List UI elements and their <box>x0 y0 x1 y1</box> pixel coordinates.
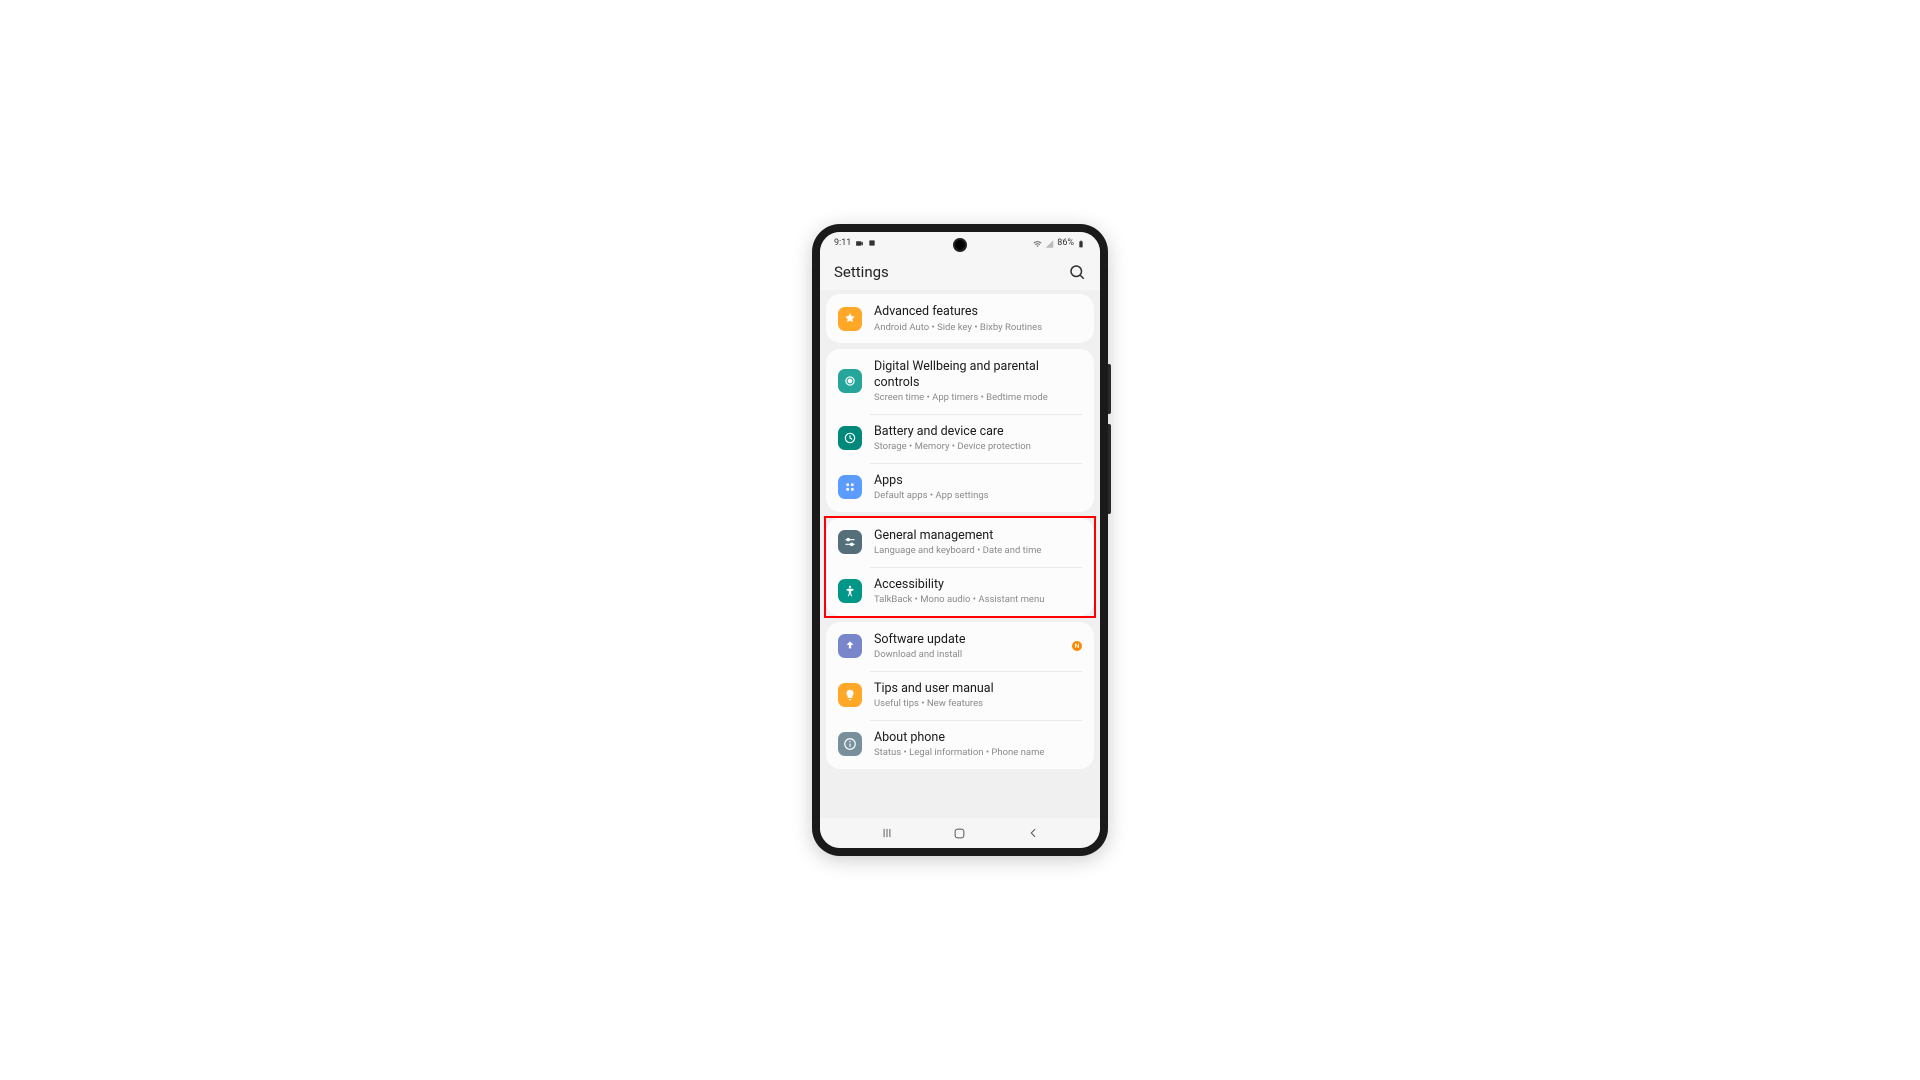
settings-item-digital-wellbeing[interactable]: Digital Wellbeing and parental controls … <box>826 349 1094 414</box>
settings-item-general-management[interactable]: General management Language and keyboard… <box>826 518 1094 567</box>
search-icon[interactable] <box>1068 263 1086 281</box>
settings-group: Digital Wellbeing and parental controls … <box>826 349 1094 512</box>
settings-item-subtitle: Storage • Memory • Device protection <box>874 441 1082 452</box>
settings-group: Software update Download and install N T… <box>826 622 1094 769</box>
settings-item-text: About phone Status • Legal information •… <box>874 730 1082 759</box>
settings-item-title: Digital Wellbeing and parental controls <box>874 359 1082 390</box>
gear-star-icon <box>838 307 862 331</box>
page-title: Settings <box>834 263 889 281</box>
nav-back[interactable] <box>1013 823 1053 843</box>
settings-item-text: Apps Default apps • App settings <box>874 473 1082 502</box>
settings-item-text: Battery and device care Storage • Memory… <box>874 424 1082 453</box>
settings-item-text: Software update Download and install <box>874 632 1072 661</box>
settings-item-title: Advanced features <box>874 304 1082 320</box>
update-arrow-icon <box>838 634 862 658</box>
settings-item-subtitle: Language and keyboard • Date and time <box>874 545 1082 556</box>
settings-item-text: Accessibility TalkBack • Mono audio • As… <box>874 577 1082 606</box>
settings-item-title: Tips and user manual <box>874 681 1082 697</box>
settings-item-apps[interactable]: Apps Default apps • App settings <box>826 463 1094 512</box>
wellbeing-icon <box>838 369 862 393</box>
highlighted-group: General management Language and keyboard… <box>826 518 1094 616</box>
device-care-icon <box>838 426 862 450</box>
settings-item-subtitle: Status • Legal information • Phone name <box>874 747 1082 758</box>
navigation-bar <box>820 818 1100 848</box>
settings-item-subtitle: TalkBack • Mono audio • Assistant menu <box>874 594 1082 605</box>
nav-recents[interactable] <box>867 823 907 843</box>
card-icon <box>868 239 877 248</box>
settings-item-accessibility[interactable]: Accessibility TalkBack • Mono audio • As… <box>826 567 1094 616</box>
settings-item-title: About phone <box>874 730 1082 746</box>
settings-item-title: Accessibility <box>874 577 1082 593</box>
settings-item-tips-manual[interactable]: Tips and user manual Useful tips • New f… <box>826 671 1094 720</box>
settings-item-subtitle: Default apps • App settings <box>874 490 1082 501</box>
front-camera <box>953 238 967 252</box>
settings-item-text: General management Language and keyboard… <box>874 528 1082 557</box>
settings-item-title: Software update <box>874 632 1072 648</box>
settings-item-title: Apps <box>874 473 1082 489</box>
settings-item-subtitle: Android Auto • Side key • Bixby Routines <box>874 322 1082 333</box>
settings-item-text: Tips and user manual Useful tips • New f… <box>874 681 1082 710</box>
accessibility-icon <box>838 579 862 603</box>
settings-group: General management Language and keyboard… <box>826 518 1094 616</box>
status-time: 9:11 <box>834 238 851 248</box>
settings-item-subtitle: Download and install <box>874 649 1072 660</box>
settings-item-software-update[interactable]: Software update Download and install N <box>826 622 1094 671</box>
settings-item-about-phone[interactable]: About phone Status • Legal information •… <box>826 720 1094 769</box>
wifi-icon <box>1033 239 1042 248</box>
status-battery-text: 86% <box>1057 238 1074 248</box>
settings-item-title: Battery and device care <box>874 424 1082 440</box>
settings-list[interactable]: Advanced features Android Auto • Side ke… <box>820 290 1100 818</box>
settings-item-text: Advanced features Android Auto • Side ke… <box>874 304 1082 333</box>
video-icon <box>855 239 864 248</box>
settings-group: Advanced features Android Auto • Side ke… <box>826 294 1094 343</box>
sliders-icon <box>838 530 862 554</box>
settings-item-subtitle: Useful tips • New features <box>874 698 1082 709</box>
phone-frame: 9:11 86% <box>812 224 1108 856</box>
settings-item-battery-care[interactable]: Battery and device care Storage • Memory… <box>826 414 1094 463</box>
status-left: 9:11 <box>834 238 877 248</box>
signal-icon <box>1045 239 1054 248</box>
phone-screen: 9:11 86% <box>820 232 1100 848</box>
settings-item-title: General management <box>874 528 1082 544</box>
info-icon <box>838 732 862 756</box>
nav-home[interactable] <box>940 823 980 843</box>
apps-grid-icon <box>838 475 862 499</box>
phone-side-button-2 <box>1108 424 1111 514</box>
lightbulb-icon <box>838 683 862 707</box>
phone-side-button-1 <box>1108 364 1111 414</box>
app-header: Settings <box>820 254 1100 290</box>
settings-item-text: Digital Wellbeing and parental controls … <box>874 359 1082 404</box>
notification-badge: N <box>1072 641 1082 651</box>
battery-icon <box>1077 239 1086 248</box>
settings-item-subtitle: Screen time • App timers • Bedtime mode <box>874 392 1082 403</box>
settings-item-advanced-features[interactable]: Advanced features Android Auto • Side ke… <box>826 294 1094 343</box>
status-right: 86% <box>1033 238 1086 248</box>
